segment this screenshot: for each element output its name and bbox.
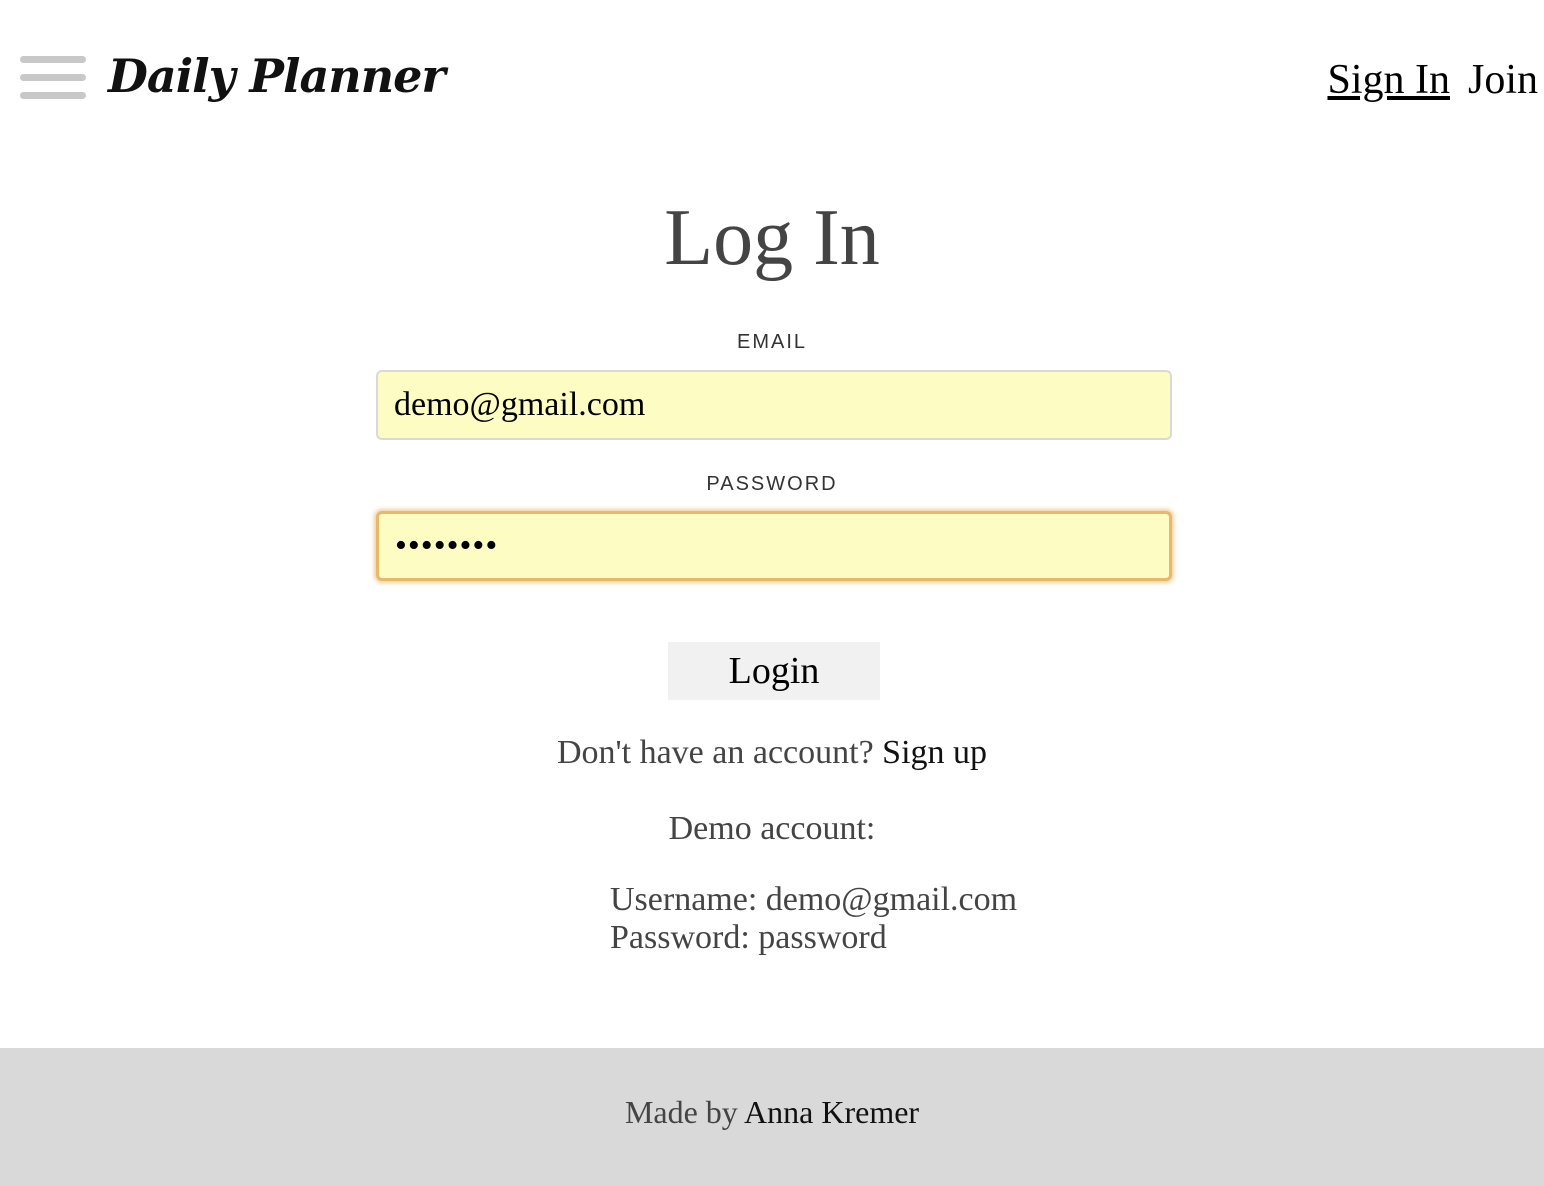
site-footer: Made by Anna Kremer (0, 1048, 1544, 1186)
join-link[interactable]: Join (1468, 57, 1538, 103)
author-link[interactable]: Anna Kremer (744, 1094, 919, 1130)
password-label: PASSWORD (706, 473, 838, 495)
signup-prompt-text: Don't have an account? (556, 734, 874, 771)
sign-up-link[interactable]: Sign up (882, 734, 987, 771)
login-button[interactable]: Login (668, 642, 880, 700)
demo-account-title: Demo account: (668, 810, 876, 847)
password-field[interactable] (376, 511, 1172, 581)
email-field[interactable] (376, 370, 1172, 440)
sign-in-link[interactable]: Sign In (1327, 57, 1450, 103)
demo-username: Username: demo@gmail.com (610, 881, 1018, 918)
top-nav: Sign In Join (1327, 52, 1538, 108)
hamburger-menu-icon[interactable] (20, 56, 86, 100)
menu-bar (20, 92, 86, 99)
brand-logo[interactable]: Daily Planner (108, 46, 446, 106)
demo-password: Password: password (610, 919, 887, 956)
email-label: EMAIL (736, 331, 808, 353)
menu-bar (20, 56, 86, 63)
signup-prompt: Don't have an account? Sign up (0, 733, 1544, 773)
footer-credit: Made by Anna Kremer (0, 1092, 1544, 1132)
site-header: Daily Planner Sign In Join (0, 0, 1544, 160)
page-title: Log In (664, 194, 880, 282)
menu-bar (20, 74, 86, 81)
demo-account-details: Username: demo@gmail.com Password: passw… (610, 881, 1017, 957)
footer-made-by: Made by (624, 1094, 738, 1130)
